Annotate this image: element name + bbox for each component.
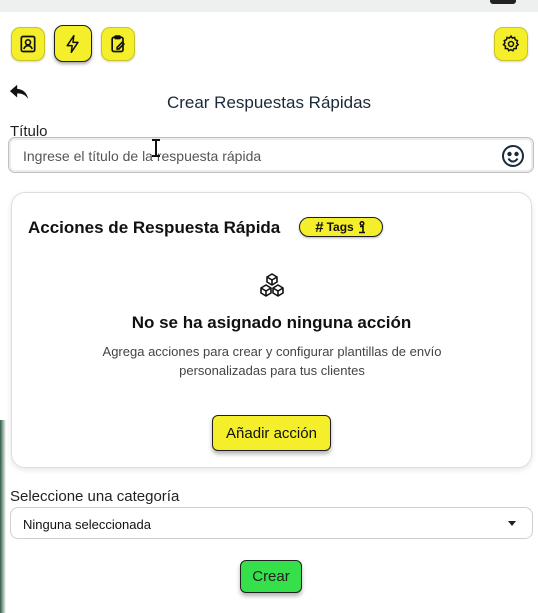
category-selected-value: Ninguna seleccionada [23, 517, 151, 532]
page-title: Crear Respuestas Rápidas [166, 93, 372, 112]
settings-button[interactable] [494, 27, 528, 61]
category-select[interactable]: Ninguna seleccionada [10, 507, 533, 539]
clipboard-edit-icon [111, 35, 126, 53]
category-label: Seleccione una categoría [10, 488, 180, 505]
info-icon [358, 220, 365, 233]
chevron-down-icon [508, 521, 516, 526]
top-handle [490, 0, 516, 4]
text-cursor-icon [152, 139, 160, 157]
smiley-icon[interactable] [501, 144, 525, 168]
window-top-strip [0, 0, 538, 12]
empty-state-title: No se ha asignado ninguna acción [131, 313, 412, 332]
lightning-icon [66, 34, 79, 53]
title-input[interactable] [21, 144, 495, 168]
empty-state-description: Agrega acciones para crear y configurar … [102, 344, 442, 378]
background-edge [0, 420, 6, 613]
title-field[interactable] [8, 137, 534, 173]
templates-button[interactable] [101, 27, 135, 61]
contacts-button[interactable] [11, 27, 45, 61]
cubes-icon [260, 273, 284, 297]
add-action-button[interactable]: Añadir acción [212, 415, 331, 451]
hash-icon: # [315, 218, 324, 236]
tags-label: Tags [326, 220, 354, 234]
quick-replies-button[interactable] [54, 25, 92, 62]
contact-card-icon [20, 35, 36, 53]
create-button[interactable]: Crear [240, 560, 302, 593]
gear-icon [502, 34, 520, 52]
actions-card-title: Acciones de Respuesta Rápida [28, 218, 281, 237]
actions-card: Acciones de Respuesta Rápida # Tags No s… [11, 192, 532, 468]
tags-button[interactable]: # Tags [299, 217, 383, 237]
